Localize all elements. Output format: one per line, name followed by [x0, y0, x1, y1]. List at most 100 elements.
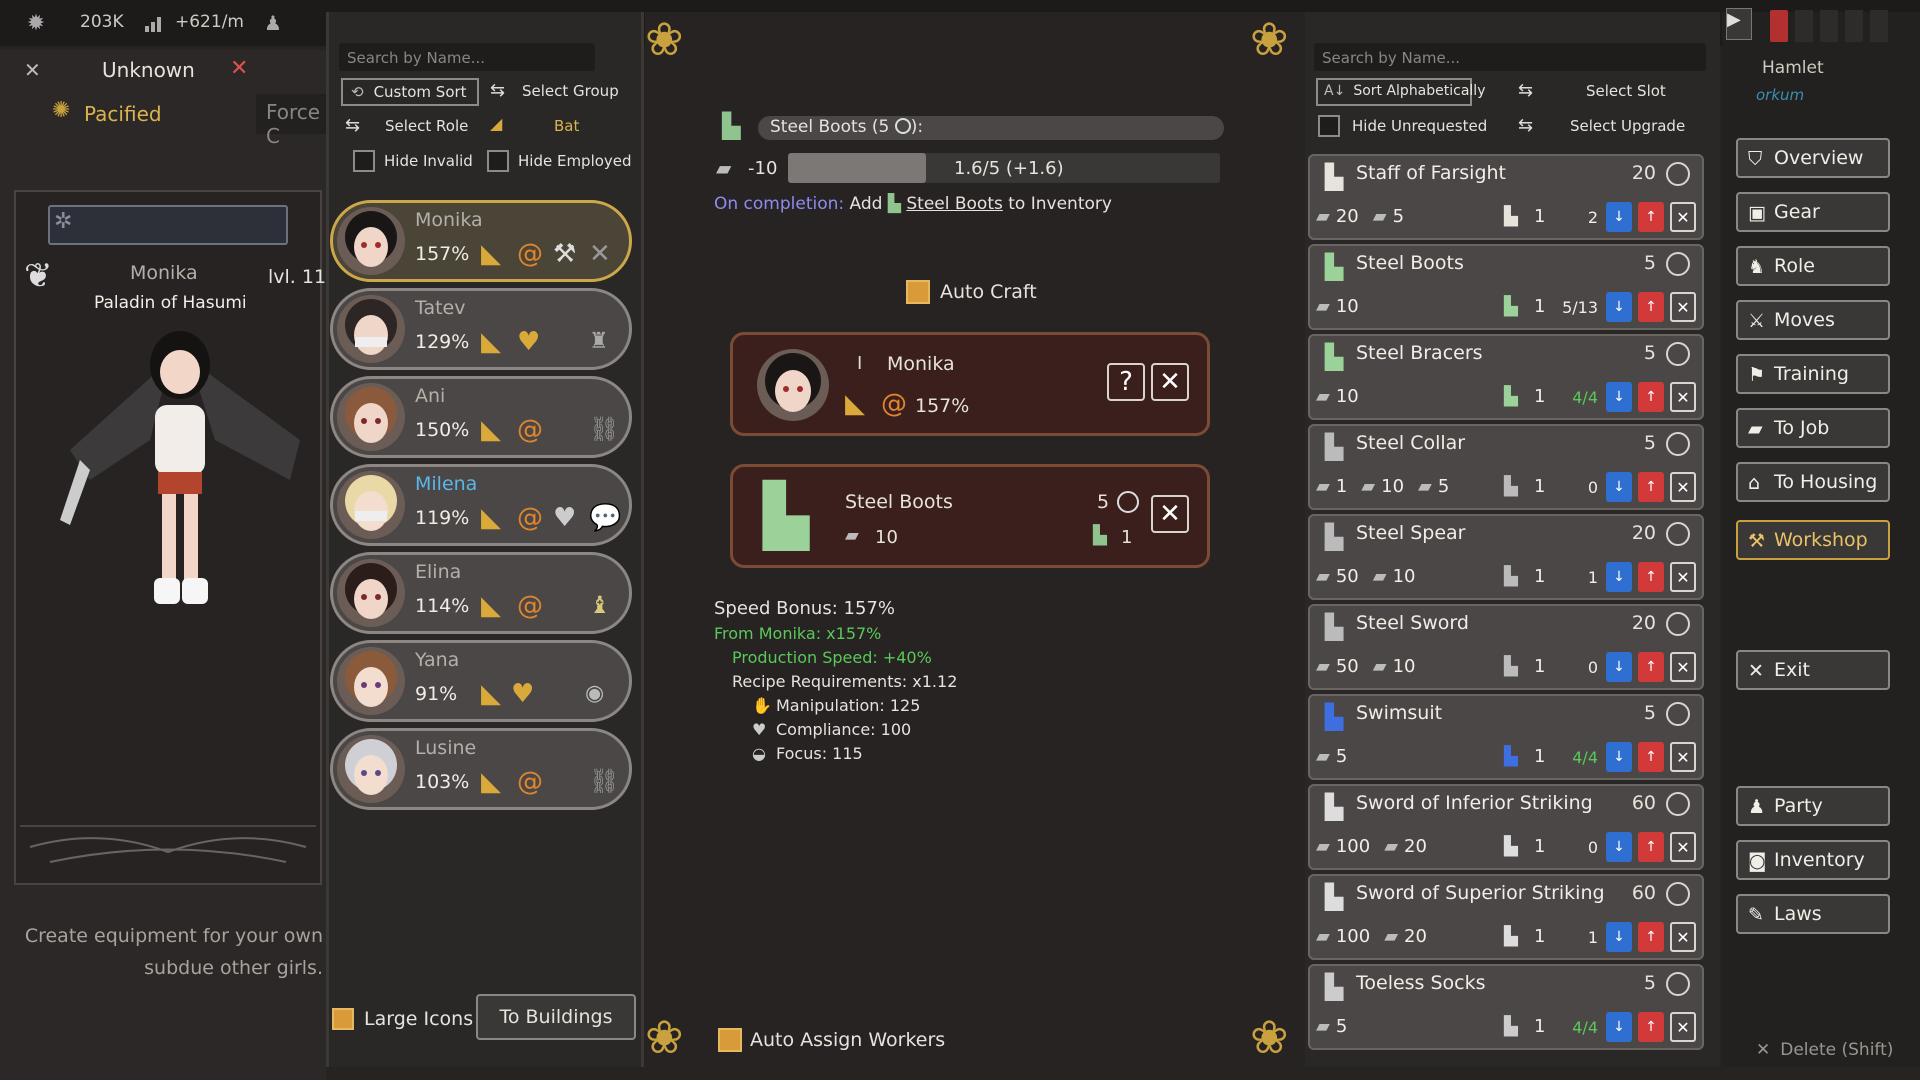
remove-recipe-button[interactable]: ✕: [1670, 922, 1696, 952]
move-up-button[interactable]: ↑: [1638, 832, 1664, 862]
focus-stat: Focus: 115: [776, 744, 863, 763]
worker-card-lusine[interactable]: Lusine 103% ◣ @ ⛓: [330, 728, 632, 810]
recipe-row[interactable]: ▙ Steel Sword 20 ▰ 50 ▰ 10 ▙ 1 0 ↓ ↑ ✕: [1308, 604, 1704, 690]
remove-recipe-button[interactable]: ✕: [1670, 472, 1696, 502]
recipe-row[interactable]: ▙ Sword of Inferior Striking 60 ▰ 100 ▰ 20 ▙ 1 0 ↓…: [1308, 784, 1704, 870]
help-button[interactable]: ?: [1107, 363, 1145, 401]
move-down-button[interactable]: ↓: [1606, 292, 1632, 322]
play-button[interactable]: ▶: [1726, 8, 1752, 40]
slot[interactable]: [1845, 10, 1863, 42]
nav-to-job[interactable]: ▰ To Job: [1736, 408, 1890, 448]
move-up-button[interactable]: ↑: [1638, 652, 1664, 682]
portrait-name-input[interactable]: ✲: [48, 205, 288, 245]
recipe-search-input[interactable]: Search by Name...: [1314, 43, 1706, 71]
move-up-button[interactable]: ↑: [1638, 472, 1664, 502]
nav-overview[interactable]: ⛉ Overview: [1736, 138, 1890, 178]
move-down-button[interactable]: ↓: [1606, 742, 1632, 772]
remove-recipe-button[interactable]: ✕: [1670, 292, 1696, 322]
move-down-button[interactable]: ↓: [1606, 1012, 1632, 1042]
select-role-label[interactable]: Select Role: [385, 117, 468, 135]
sort-alphabetically-button[interactable]: A↓ Sort Alphabetically: [1316, 78, 1486, 106]
hide-invalid-checkbox[interactable]: [353, 150, 375, 172]
move-down-button[interactable]: ↓: [1606, 472, 1632, 502]
remove-recipe-button[interactable]: ✕: [1670, 562, 1696, 592]
nav-moves[interactable]: ⚔ Moves: [1736, 300, 1890, 340]
remove-icon[interactable]: ✕: [230, 56, 248, 81]
settings-gear-icon[interactable]: ✹: [24, 11, 48, 36]
worker-card-monika[interactable]: Monika 157% ◣ @ ⚒ ✕: [330, 200, 632, 282]
nav-party[interactable]: ♟ Party: [1736, 786, 1890, 826]
hide-unrequested-checkbox[interactable]: [1318, 115, 1340, 137]
select-role-swap-icon[interactable]: ⇆: [345, 115, 360, 136]
nav-inventory[interactable]: ◙ Inventory: [1736, 840, 1890, 880]
close-small-icon[interactable]: ✕: [24, 58, 41, 82]
nav-role[interactable]: ♞ Role: [1736, 246, 1890, 286]
select-group-label[interactable]: Select Group: [522, 82, 619, 100]
auto-assign-checkbox[interactable]: [718, 1028, 742, 1052]
alert-slot[interactable]: [1770, 10, 1788, 42]
nav-exit[interactable]: ✕ Exit: [1736, 650, 1890, 690]
requirement-2: 20: [1404, 836, 1427, 857]
move-down-button[interactable]: ↓: [1606, 382, 1632, 412]
remove-recipe-button[interactable]: ✕: [1670, 832, 1696, 862]
remove-recipe-button[interactable]: ✕: [1670, 742, 1696, 772]
nav-laws[interactable]: ✎ Laws: [1736, 894, 1890, 934]
select-upgrade-swap-icon[interactable]: ⇆: [1518, 115, 1533, 136]
recipe-row[interactable]: ▙ Sword of Superior Striking 60 ▰ 100 ▰ 20 ▙ 1 1 ↓…: [1308, 874, 1704, 960]
move-up-button[interactable]: ↑: [1638, 742, 1664, 772]
to-buildings-button[interactable]: To Buildings: [476, 994, 636, 1040]
worker-card-yana[interactable]: Yana 91% ◣ ♥ ◉: [330, 640, 632, 722]
move-up-button[interactable]: ↑: [1638, 382, 1664, 412]
nav-training[interactable]: ⚑ Training: [1736, 354, 1890, 394]
material-icon: ▰: [1316, 566, 1330, 587]
remove-recipe-button[interactable]: ✕: [1670, 652, 1696, 682]
move-down-button[interactable]: ↓: [1606, 652, 1632, 682]
nav-gear[interactable]: ▣ Gear: [1736, 192, 1890, 232]
force-button[interactable]: Force C: [256, 94, 336, 148]
recipe-row[interactable]: ▙ Toeless Socks 5 ▰ 5 ▙ 1 4/4 ↓ ↑ ✕: [1308, 964, 1704, 1050]
nav-workshop[interactable]: ⚒ Workshop: [1736, 520, 1890, 560]
recipe-row[interactable]: ▙ Swimsuit 5 ▰ 5 ▙ 1 4/4 ↓ ↑ ✕: [1308, 694, 1704, 780]
select-slot-swap-icon[interactable]: ⇆: [1518, 80, 1533, 101]
slot[interactable]: [1820, 10, 1838, 42]
move-down-button[interactable]: ↓: [1606, 562, 1632, 592]
auto-craft-checkbox[interactable]: [906, 280, 930, 304]
steel-boots-icon: ▙: [763, 481, 810, 551]
move-up-button[interactable]: ↑: [1638, 922, 1664, 952]
worker-card-milena[interactable]: Milena 119% ◣ @ ♥ 💬: [330, 464, 632, 546]
assigned-worker-card[interactable]: I Monika ◣ @ 157% ? ✕: [730, 332, 1210, 436]
cancel-recipe-button[interactable]: ✕: [1151, 495, 1189, 533]
slot[interactable]: [1795, 10, 1813, 42]
move-down-button[interactable]: ↓: [1606, 922, 1632, 952]
worker-card-ani[interactable]: Ani 150% ◣ @ ⛓: [330, 376, 632, 458]
remove-recipe-button[interactable]: ✕: [1670, 202, 1696, 232]
move-up-button[interactable]: ↑: [1638, 1012, 1664, 1042]
select-upgrade-label: Select Upgrade: [1570, 117, 1686, 135]
move-up-button[interactable]: ↑: [1638, 202, 1664, 232]
recipe-row[interactable]: ▙ Steel Spear 20 ▰ 50 ▰ 10 ▙ 1 1 ↓ ↑ ✕: [1308, 514, 1704, 600]
select-group-swap-icon[interactable]: ⇆: [490, 80, 505, 101]
move-down-button[interactable]: ↓: [1606, 202, 1632, 232]
move-up-button[interactable]: ↑: [1638, 562, 1664, 592]
worker-card-tatev[interactable]: Tatev 129% ◣ ♥ ♜: [330, 288, 632, 370]
hide-employed-checkbox[interactable]: [487, 150, 509, 172]
worker-card-elina[interactable]: Elina 114% ◣ @ ♝: [330, 552, 632, 634]
recipe-row[interactable]: ▙ Steel Collar 5 ▰ 1 ▰ 10 ▰ 5 ▙ 1 0 ↓ ↑ ✕: [1308, 424, 1704, 510]
remove-recipe-button[interactable]: ✕: [1670, 1012, 1696, 1042]
recipe-row[interactable]: ▙ Staff of Farsight 20 ▰ 20 ▰ 5 ▙ 1 2 ↓ ↑ ✕: [1308, 154, 1704, 240]
slot[interactable]: [1870, 10, 1888, 42]
completion-item-link[interactable]: Steel Boots: [906, 194, 1003, 214]
move-down-button[interactable]: ↓: [1606, 832, 1632, 862]
worker-search-input[interactable]: Search by Name...: [339, 43, 595, 71]
delete-button[interactable]: ✕ Delete (Shift): [1756, 1040, 1893, 1060]
recipe-row[interactable]: ▙ Steel Boots 5 ▰ 10 ▙ 1 5/13 ↓ ↑ ✕: [1308, 244, 1704, 330]
unassign-worker-button[interactable]: ✕: [1151, 363, 1189, 401]
nav-to-housing[interactable]: ⌂ To Housing: [1736, 462, 1890, 502]
select-slot-label[interactable]: Select Slot: [1586, 82, 1666, 100]
remove-recipe-button[interactable]: ✕: [1670, 382, 1696, 412]
move-up-button[interactable]: ↑: [1638, 292, 1664, 322]
custom-sort-button[interactable]: ⟲ Custom Sort: [341, 78, 479, 106]
recipe-row[interactable]: ▙ Steel Bracers 5 ▰ 10 ▙ 1 4/4 ↓ ↑ ✕: [1308, 334, 1704, 420]
person-icon[interactable]: ♟: [264, 11, 282, 35]
large-icons-checkbox[interactable]: [332, 1008, 354, 1030]
